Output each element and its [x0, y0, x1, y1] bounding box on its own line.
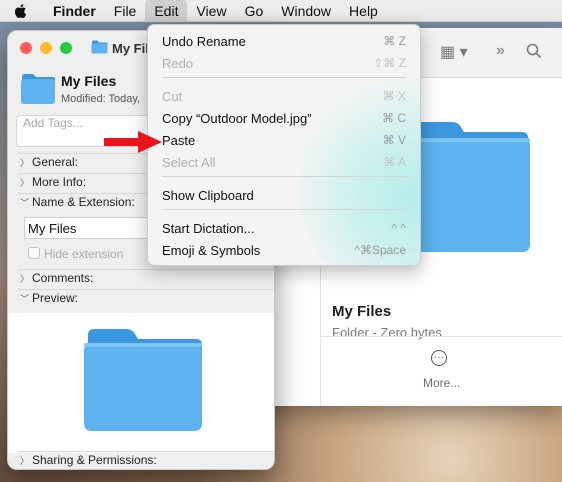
menu-item-undo-rename[interactable]: Undo Rename ⌘ Z: [148, 31, 420, 53]
info-modified: Modified: Today,: [61, 93, 141, 105]
zoom-button[interactable]: [60, 42, 72, 54]
menu-item-shortcut: ⌘ X: [382, 89, 406, 103]
more-icon[interactable]: ···: [431, 350, 447, 366]
preview-title: My Files: [332, 303, 392, 320]
menu-item-label: Start Dictation...: [162, 221, 255, 236]
disclosure-right-icon[interactable]: 〉: [20, 454, 29, 467]
menu-item-shortcut: ^ ^: [391, 221, 406, 235]
hide-extension-label: Hide extension: [44, 247, 124, 261]
name-field[interactable]: My Files: [24, 217, 166, 239]
menu-item-cut: Cut ⌘ X: [148, 86, 420, 108]
preview-kind: Folder - Zero bytes: [332, 325, 442, 340]
edit-menu: Undo Rename ⌘ Z Redo ⇧⌘ Z Cut ⌘ X Copy “…: [147, 24, 421, 266]
menu-item-label: Cut: [162, 89, 183, 104]
menu-separator: [162, 209, 406, 210]
menu-item-copy[interactable]: Copy “Outdoor Model.jpg” ⌘ C: [148, 108, 420, 130]
menu-bar: Finder File Edit View Go Window Help: [0, 0, 562, 22]
more-label[interactable]: More...: [423, 376, 460, 390]
menu-separator: [162, 77, 406, 78]
info-item-name: My Files: [61, 73, 117, 89]
disclosure-right-icon[interactable]: 〉: [20, 272, 29, 285]
menu-item-shortcut: ^⌘Space: [354, 243, 406, 257]
annotation-arrow-icon: [104, 131, 162, 153]
menu-item-redo: Redo ⇧⌘ Z: [148, 53, 420, 75]
hide-extension-checkbox[interactable]: [28, 247, 40, 259]
folder-icon: [91, 40, 108, 54]
menu-item-label: Copy “Outdoor Model.jpg”: [162, 111, 312, 126]
section-comments[interactable]: 〉 Comments:: [8, 269, 274, 289]
preview-folder-icon: [408, 122, 530, 252]
section-preview-label: Preview:: [32, 291, 79, 305]
menubar-window[interactable]: Window: [272, 0, 340, 22]
menu-item-label: Select All: [162, 155, 216, 170]
disclosure-down-icon[interactable]: ﹀: [20, 292, 29, 305]
preview-separator: [320, 336, 562, 337]
section-name-extension-label: Name & Extension:: [32, 195, 135, 209]
disclosure-down-icon[interactable]: ﹀: [20, 196, 29, 209]
disclosure-right-icon[interactable]: 〉: [20, 176, 29, 189]
menu-item-start-dictation[interactable]: Start Dictation... ^ ^: [148, 218, 420, 240]
more-toolbar-icon[interactable]: »: [496, 42, 505, 60]
minimize-button[interactable]: [40, 42, 52, 54]
menu-item-shortcut: ⇧⌘ Z: [373, 56, 406, 70]
menu-item-label: Paste: [162, 133, 196, 148]
info-window-title: My Fil: [112, 41, 149, 56]
close-button[interactable]: [20, 42, 32, 54]
menu-item-shortcut: ⌘ Z: [383, 34, 406, 48]
section-sharing-label: Sharing & Permissions:: [32, 453, 157, 467]
search-icon[interactable]: [526, 43, 542, 59]
section-general-label: General:: [32, 155, 79, 169]
menu-item-paste[interactable]: Paste ⌘ V: [148, 130, 420, 152]
tags-placeholder: Add Tags...: [23, 116, 83, 130]
menubar-go[interactable]: Go: [236, 0, 273, 22]
menu-item-select-all: Select All ⌘ A: [148, 152, 420, 174]
section-sharing[interactable]: 〉 Sharing & Permissions:: [8, 451, 274, 469]
menu-item-label: Undo Rename: [162, 34, 246, 49]
apple-icon[interactable]: [12, 2, 30, 20]
menubar-edit[interactable]: Edit: [145, 0, 188, 22]
menu-item-show-clipboard[interactable]: Show Clipboard: [148, 185, 420, 207]
menu-item-emoji-symbols[interactable]: Emoji & Symbols ^⌘Space: [148, 240, 420, 262]
menu-item-shortcut: ⌘ C: [382, 111, 406, 125]
preview-folder-icon: [84, 329, 202, 431]
folder-icon: [21, 74, 55, 104]
section-preview[interactable]: ﹀ Preview:: [8, 289, 274, 309]
menu-item-label: Redo: [162, 56, 194, 71]
section-more-info-label: More Info:: [32, 175, 87, 189]
section-comments-label: Comments:: [32, 271, 94, 285]
menu-item-label: Emoji & Symbols: [162, 243, 261, 258]
menubar-finder[interactable]: Finder: [44, 0, 105, 22]
menubar-file[interactable]: File: [105, 0, 146, 22]
menu-item-label: Show Clipboard: [162, 188, 254, 203]
group-view-icon[interactable]: ▦ ▾: [440, 42, 468, 62]
disclosure-right-icon[interactable]: 〉: [20, 156, 29, 169]
menubar-view[interactable]: View: [187, 0, 235, 22]
menu-separator: [162, 176, 406, 177]
menu-item-shortcut: ⌘ V: [382, 133, 406, 147]
menu-item-shortcut: ⌘ A: [383, 155, 406, 169]
menubar-help[interactable]: Help: [340, 0, 387, 22]
name-field-value: My Files: [28, 221, 77, 236]
